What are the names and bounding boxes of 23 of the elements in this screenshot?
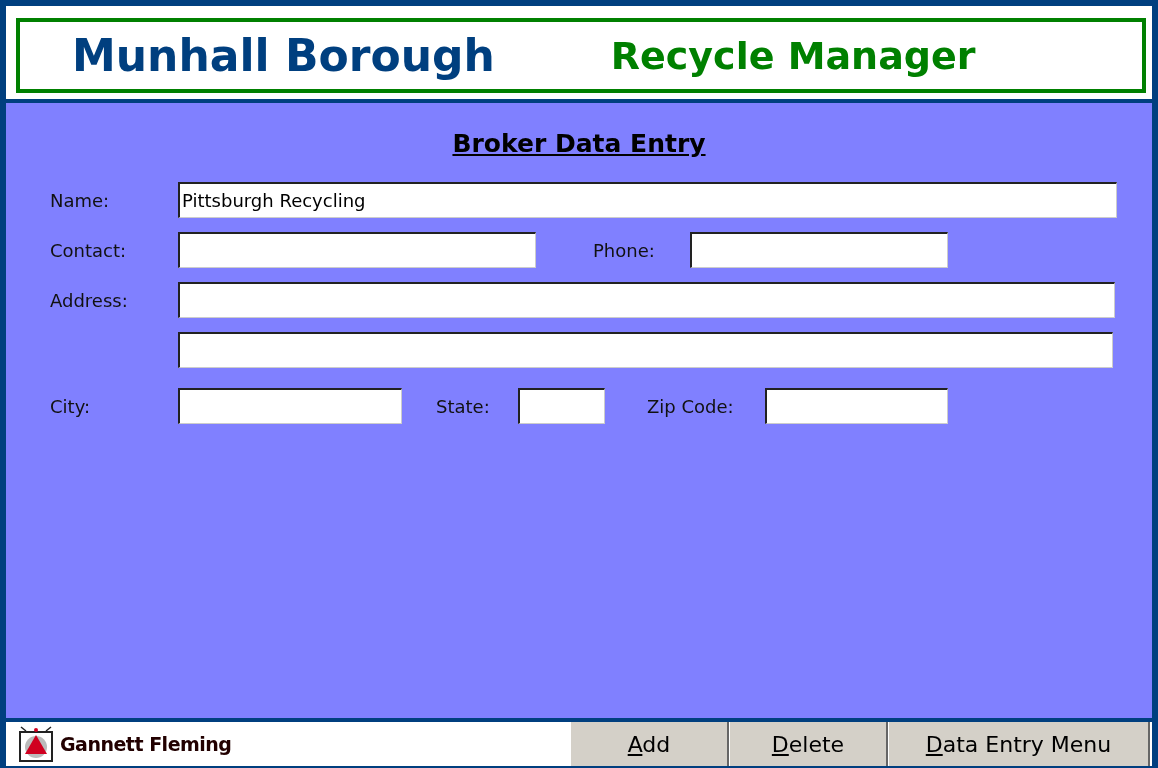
app-subtitle: Recycle Manager <box>610 33 976 78</box>
input-field[interactable] <box>690 232 948 268</box>
field-label: Phone: <box>593 239 655 261</box>
footer-button[interactable]: Delete <box>729 722 888 766</box>
input-field[interactable] <box>178 232 536 268</box>
field-label: City: <box>50 395 91 417</box>
company-name: Gannett Fleming <box>60 733 232 755</box>
footer-button[interactable]: Add <box>570 722 729 766</box>
footer-button[interactable]: Data Entry Menu <box>888 722 1150 766</box>
field-label: Contact: <box>50 239 127 261</box>
logo-icon <box>18 726 54 762</box>
input-field[interactable] <box>178 332 1113 368</box>
field-label: Zip Code: <box>647 395 734 417</box>
input-field[interactable]: Pittsburgh Recycling <box>178 182 1117 218</box>
input-field[interactable] <box>765 388 948 424</box>
input-field[interactable] <box>518 388 605 424</box>
field-label: Name: <box>50 189 110 211</box>
app-title: Munhall Borough <box>72 30 495 81</box>
input-field[interactable] <box>178 388 402 424</box>
field-label: Address: <box>50 289 128 311</box>
field-label: State: <box>436 395 490 417</box>
input-field[interactable] <box>178 282 1115 318</box>
form-title: Broker Data Entry <box>452 129 706 158</box>
